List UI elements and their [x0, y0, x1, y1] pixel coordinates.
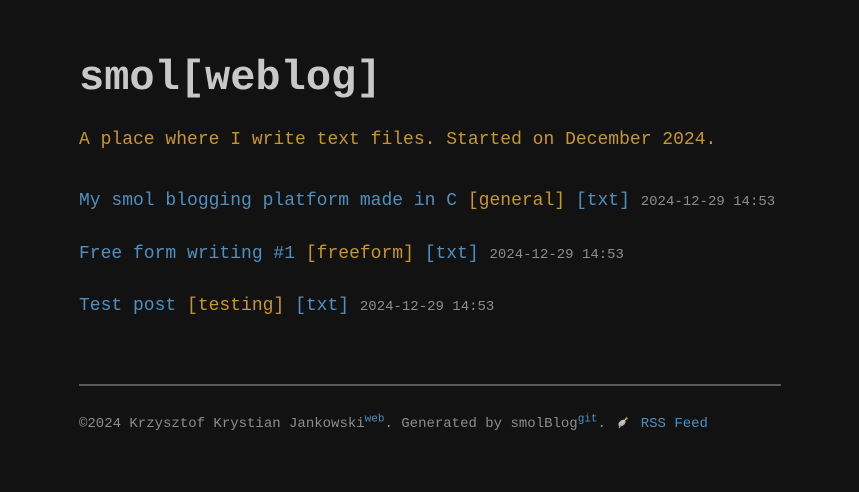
page: smol[weblog] A place where I write text …: [0, 0, 859, 492]
footer-separator: .: [597, 416, 606, 432]
generated-by-text: . Generated by smolBlog: [384, 416, 578, 432]
post-tag-link[interactable]: [general]: [468, 191, 565, 211]
post-format-link[interactable]: [txt]: [576, 191, 630, 211]
list-item: My smol blogging platform made in C [gen…: [79, 188, 775, 241]
site-tagline: A place where I write text files. Starte…: [79, 130, 717, 150]
post-tag-link[interactable]: [testing]: [187, 296, 284, 316]
post-list: My smol blogging platform made in C [gen…: [79, 188, 775, 346]
footer: ©2024 Krzysztof Krystian Jankowskiweb. G…: [79, 413, 708, 435]
list-item: Test post [testing] [txt] 2024-12-29 14:…: [79, 293, 775, 346]
rss-feed-link[interactable]: RSS Feed: [641, 416, 708, 432]
footer-divider: [79, 384, 781, 386]
post-tag-link[interactable]: [freeform]: [306, 244, 414, 264]
site-title[interactable]: smol[weblog]: [79, 52, 381, 104]
git-link[interactable]: git: [578, 413, 598, 425]
post-format-link[interactable]: [txt]: [425, 244, 479, 264]
post-title-link[interactable]: My smol blogging platform made in C: [79, 191, 457, 211]
list-item: Free form writing #1 [freeform] [txt] 20…: [79, 241, 775, 294]
post-date: 2024-12-29 14:53: [359, 299, 495, 315]
post-format-link[interactable]: [txt]: [295, 296, 349, 316]
web-link[interactable]: web: [365, 413, 385, 425]
post-date: 2024-12-29 14:53: [640, 194, 776, 210]
copyright-text: ©2024 Krzysztof Krystian Jankowski: [79, 416, 365, 432]
post-title-link[interactable]: Test post: [79, 296, 176, 316]
post-date: 2024-12-29 14:53: [489, 246, 624, 263]
satellite-antenna-icon: [616, 415, 630, 429]
post-title-link[interactable]: Free form writing #1: [79, 244, 295, 264]
